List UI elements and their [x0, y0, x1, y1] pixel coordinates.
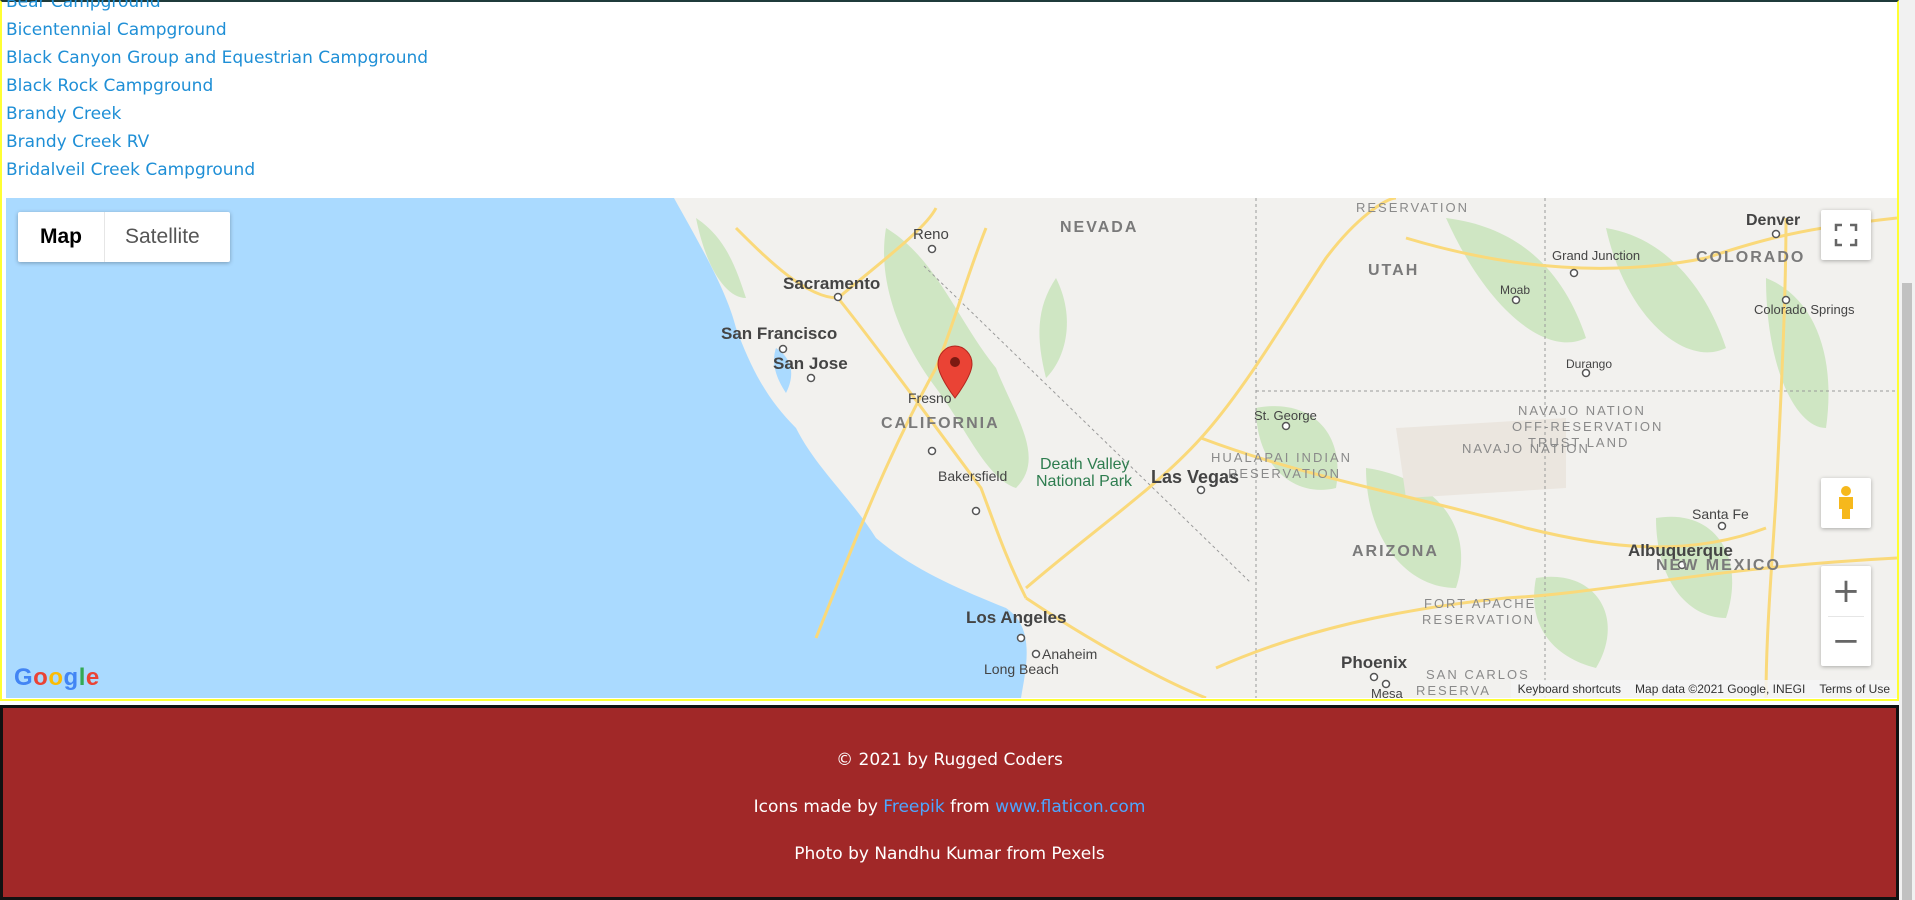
map-label-grand-junction: Grand Junction	[1552, 248, 1640, 263]
campground-link[interactable]: Black Rock Campground	[6, 72, 906, 100]
icons-credit-prefix: Icons made by	[753, 797, 878, 817]
main-content: Bear Campground Bicentennial Campground …	[0, 0, 1899, 701]
fullscreen-button[interactable]	[1821, 210, 1871, 260]
fullscreen-icon	[1834, 223, 1858, 247]
map-label-reservation-2: RESERVATION	[1228, 466, 1341, 481]
map-label-san-francisco: San Francisco	[721, 324, 837, 343]
map-label-bakersfield: Bakersfield	[938, 468, 1007, 484]
map-label-new-mexico: NEW MEXICO	[1656, 557, 1781, 574]
campground-link[interactable]: Bicentennial Campground	[6, 16, 906, 44]
map-label-navajo-nation: NAVAJO NATION	[1518, 403, 1646, 418]
map-label-hualapai: HUALAPAI INDIAN	[1211, 450, 1352, 465]
campground-link[interactable]: Black Canyon Group and Equestrian Campgr…	[6, 44, 906, 72]
zoom-out-button[interactable]: −	[1821, 616, 1871, 666]
map-label-reservation: RESERVATION	[1356, 200, 1469, 215]
map-label-fort-apache: FORT APACHE	[1424, 596, 1536, 611]
map-type-control: Map Satellite	[18, 212, 230, 262]
map-label-san-jose: San Jose	[773, 354, 848, 373]
campground-list: Bear Campground Bicentennial Campground …	[6, 0, 906, 184]
scrollbar-thumb[interactable]	[1902, 283, 1912, 900]
map-label-mesa: Mesa	[1371, 686, 1404, 698]
map-canvas[interactable]: Reno Sacramento San Francisco San Jose F…	[6, 198, 1897, 698]
map-label-navajo-nation-2: NAVAJO NATION	[1462, 441, 1590, 456]
map-attribution: Keyboard shortcuts Map data ©2021 Google…	[1510, 680, 1897, 698]
page: Bear Campground Bicentennial Campground …	[0, 0, 1915, 900]
google-logo[interactable]: Google	[14, 664, 100, 692]
map-label-long-beach: Long Beach	[984, 661, 1059, 677]
map-label-anaheim: Anaheim	[1042, 646, 1097, 662]
freepik-link[interactable]: Freepik	[883, 797, 944, 817]
map-data-text: Map data ©2021 Google, INEGI	[1635, 682, 1806, 696]
map-label-sacramento: Sacramento	[783, 274, 880, 293]
map-label-park-line1: Death Valley	[1040, 456, 1130, 473]
map-type-satellite-button[interactable]: Satellite	[105, 212, 220, 262]
map-label-st-george: St. George	[1254, 408, 1317, 423]
map-label-fresno: Fresno	[908, 390, 952, 406]
map-label-utah: UTAH	[1368, 262, 1419, 279]
map-label-nevada: NEVADA	[1060, 219, 1138, 236]
copyright-text: © 2021 by Rugged Coders	[836, 750, 1063, 770]
map-type-map-button[interactable]: Map	[18, 212, 105, 262]
map-label-reno: Reno	[913, 226, 949, 243]
map-label-las-vegas: Las Vegas	[1151, 467, 1239, 487]
map-label-off-reservation: OFF-RESERVATION	[1512, 419, 1663, 434]
map-label-arizona: ARIZONA	[1352, 543, 1439, 560]
map-label-moab: Moab	[1500, 283, 1530, 297]
map-label-colorado-springs: Colorado Springs	[1754, 302, 1855, 317]
map-label-los-angeles: Los Angeles	[966, 608, 1066, 627]
zoom-control: + −	[1821, 566, 1871, 666]
map-label-denver: Denver	[1746, 212, 1800, 229]
campground-link[interactable]: Bridalveil Creek Campground	[6, 156, 906, 184]
zoom-in-button[interactable]: +	[1821, 566, 1871, 616]
map-label-santa-fe: Santa Fe	[1692, 506, 1749, 522]
street-view-button[interactable]	[1821, 478, 1871, 528]
map-label-california: CALIFORNIA	[881, 415, 1000, 432]
map-label-reserva: RESERVA	[1416, 683, 1491, 698]
photo-credit: Photo by Nandhu Kumar from Pexels	[794, 844, 1105, 864]
map-label-reservation-3: RESERVATION	[1422, 612, 1535, 627]
map-label-durango: Durango	[1566, 357, 1612, 371]
icons-credit: Icons made by Freepik from www.flaticon.…	[3, 797, 1896, 817]
footer: © 2021 by Rugged Coders Icons made by Fr…	[0, 705, 1899, 900]
terms-of-use-link[interactable]: Terms of Use	[1812, 682, 1897, 696]
campground-link[interactable]: Bear Campground	[6, 0, 906, 16]
flaticon-link[interactable]: www.flaticon.com	[995, 797, 1145, 817]
pegman-icon	[1839, 486, 1853, 519]
icons-credit-from: from	[950, 797, 990, 817]
google-map[interactable]: Reno Sacramento San Francisco San Jose F…	[6, 198, 1897, 698]
map-label-colorado: COLORADO	[1696, 249, 1805, 266]
campground-link[interactable]: Brandy Creek	[6, 100, 906, 128]
page-scrollbar[interactable]	[1899, 0, 1915, 900]
campground-link[interactable]: Brandy Creek RV	[6, 128, 906, 156]
map-label-phoenix: Phoenix	[1341, 653, 1408, 672]
map-label-park-line2: National Park	[1036, 473, 1133, 490]
keyboard-shortcuts-link[interactable]: Keyboard shortcuts	[1511, 682, 1628, 696]
